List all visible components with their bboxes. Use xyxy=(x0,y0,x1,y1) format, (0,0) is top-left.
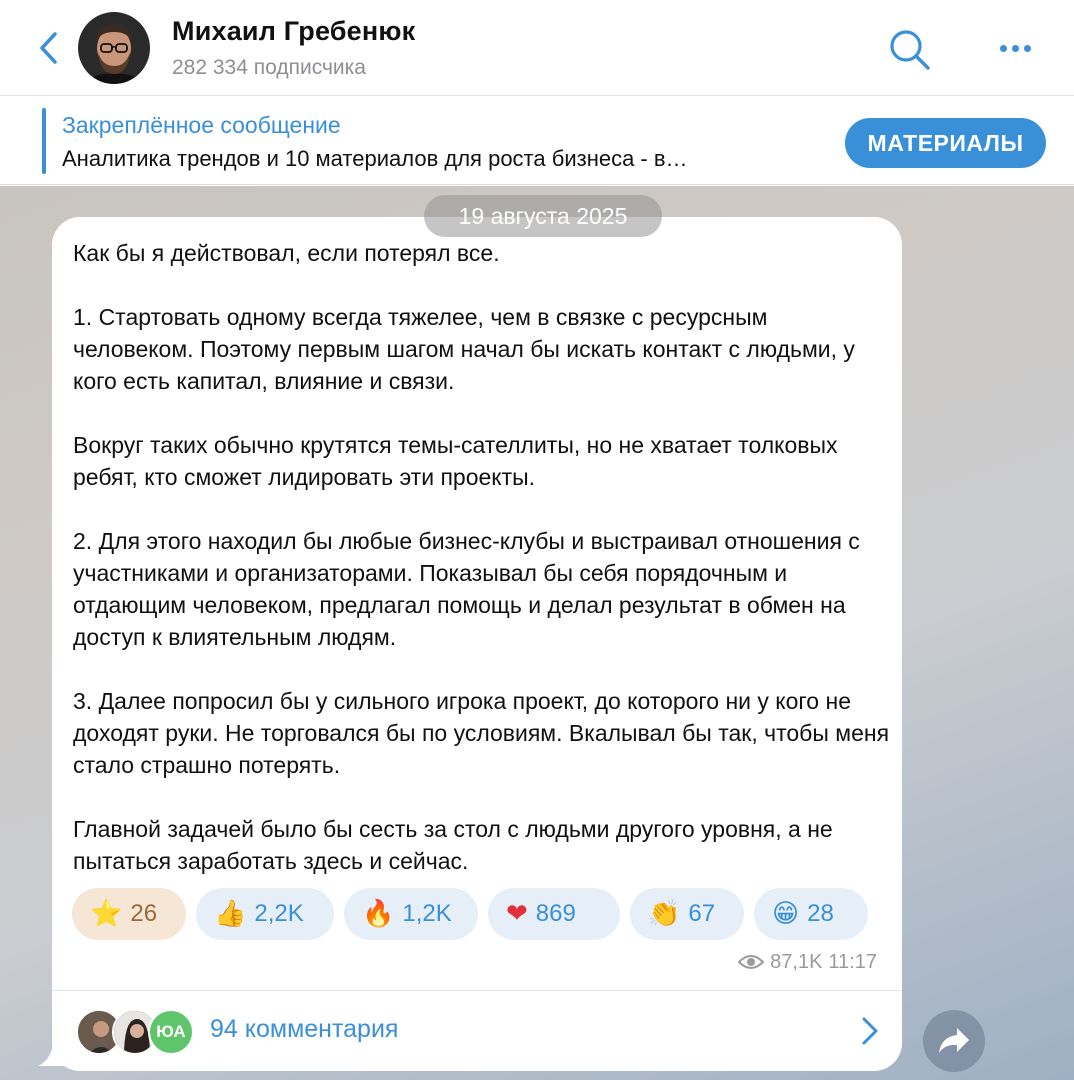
reaction-fire[interactable]: 🔥 1,2K xyxy=(344,888,478,940)
star-icon: ⭐ xyxy=(90,899,123,929)
avatar-initials: ЮА xyxy=(148,1009,194,1055)
chevron-left-icon xyxy=(40,32,57,64)
clap-icon: 👏 xyxy=(648,899,681,929)
avatar-photo xyxy=(78,12,150,84)
eye-icon xyxy=(738,955,765,969)
reaction-count: 28 xyxy=(807,900,834,927)
message-paragraph: 3. Далее попросил бы у сильного игрока п… xyxy=(73,688,890,778)
chat-header: Михаил Гребенюк 282 334 подписчика xyxy=(0,0,1074,96)
message-paragraph: 1. Стартовать одному всегда тяжелее, чем… xyxy=(73,304,855,394)
commenter-avatars: ЮА xyxy=(76,1009,196,1055)
reaction-grin[interactable]: 😁 28 xyxy=(754,888,868,940)
more-dots-icon xyxy=(1011,44,1019,52)
share-button[interactable] xyxy=(923,1010,985,1072)
comments-button[interactable]: ЮА 94 комментария xyxy=(52,991,902,1071)
back-button[interactable] xyxy=(30,28,66,68)
share-arrow-icon xyxy=(939,1028,969,1053)
thumbs-up-icon: 👍 xyxy=(214,899,247,929)
subscriber-count: 282 334 подписчика xyxy=(172,56,366,79)
more-dots-icon xyxy=(999,44,1007,52)
heart-icon: ❤ xyxy=(506,899,528,929)
bubble-tail xyxy=(38,1038,66,1066)
more-options-button[interactable] xyxy=(990,30,1040,66)
message-text: Как бы я действовал, если потерял все. 1… xyxy=(73,237,893,877)
reaction-count: 67 xyxy=(688,900,716,927)
reaction-count: 869 xyxy=(535,900,576,927)
message-time: 11:17 xyxy=(828,950,877,973)
reaction-count: 2,2K xyxy=(254,900,304,927)
comments-label: 94 комментария xyxy=(210,1015,399,1043)
reaction-count: 26 xyxy=(130,900,158,927)
more-dots-icon xyxy=(1023,44,1031,52)
message-bubble[interactable]: Как бы я действовал, если потерял все. 1… xyxy=(52,217,902,1071)
pinned-title: Закреплённое сообщение xyxy=(62,112,341,138)
search-icon xyxy=(890,30,930,70)
fire-icon: 🔥 xyxy=(362,899,395,929)
channel-title[interactable]: Михаил Гребенюк xyxy=(172,16,415,47)
view-count: 87,1K xyxy=(770,950,823,973)
reactions-row: ⭐ 26 👍 2,2K 🔥 1,2K ❤ 869 👏 67 😁 28 xyxy=(72,888,872,940)
message-paragraph: Главной задачей было бы сесть за стол с … xyxy=(73,816,833,874)
message-meta: 87,1K 11:17 xyxy=(732,949,877,975)
channel-avatar[interactable] xyxy=(78,12,150,84)
reaction-clap[interactable]: 👏 67 xyxy=(630,888,744,940)
reaction-heart[interactable]: ❤ 869 xyxy=(488,888,620,940)
search-button[interactable] xyxy=(884,26,934,72)
chevron-right-icon xyxy=(862,1017,878,1045)
pinned-indicator xyxy=(42,108,46,174)
message-paragraph: Вокруг таких обычно крутятся темы-сателл… xyxy=(73,432,838,490)
message-paragraph: Как бы я действовал, если потерял все. xyxy=(73,240,500,266)
chat-area: Как бы я действовал, если потерял все. 1… xyxy=(0,186,1074,1080)
pinned-message-bar[interactable]: Закреплённое сообщение Аналитика трендов… xyxy=(0,97,1074,185)
reaction-star[interactable]: ⭐ 26 xyxy=(72,888,186,940)
reaction-count: 1,2K xyxy=(402,900,452,927)
grin-icon: 😁 xyxy=(772,899,800,929)
reaction-thumbs-up[interactable]: 👍 2,2K xyxy=(196,888,334,940)
materials-button[interactable]: МАТЕРИАЛЫ xyxy=(845,118,1046,168)
message-paragraph: 2. Для этого находил бы любые бизнес-клу… xyxy=(73,528,860,650)
date-separator: 19 августа 2025 xyxy=(424,195,662,237)
pinned-text: Аналитика трендов и 10 материалов для ро… xyxy=(62,146,688,171)
